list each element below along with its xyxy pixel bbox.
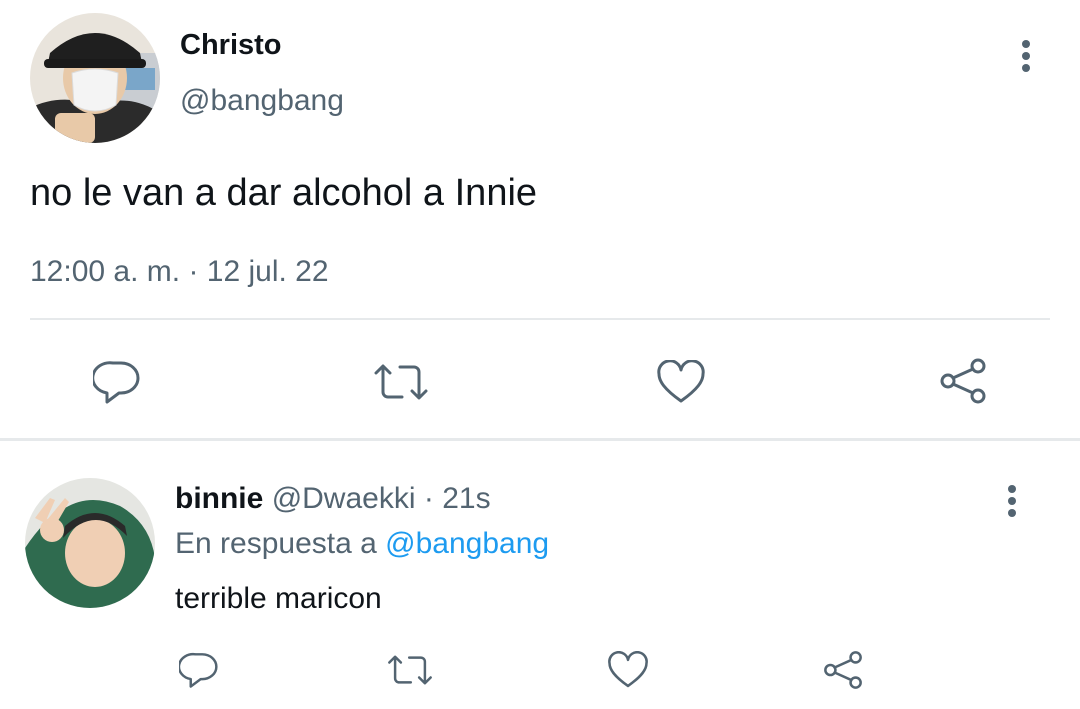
reply-icon[interactable]: [92, 357, 142, 407]
reply-handle[interactable]: @Dwaekki: [272, 482, 416, 515]
tweet-date[interactable]: 12 jul. 22: [207, 255, 329, 288]
replying-to: En respuesta a @bangbang: [175, 526, 549, 562]
replying-to-label: En respuesta a: [175, 527, 377, 560]
share-icon[interactable]: [935, 355, 991, 407]
retweet-icon[interactable]: [371, 357, 431, 407]
section-divider: [0, 438, 1080, 441]
divider: [30, 318, 1050, 320]
reply-age[interactable]: 21s: [442, 482, 490, 515]
reply-more-options-icon[interactable]: [997, 481, 1027, 521]
timestamp-separator: ·: [188, 255, 199, 288]
more-options-icon[interactable]: [1011, 36, 1041, 76]
like-icon[interactable]: [654, 357, 708, 407]
reply-like-icon[interactable]: [605, 648, 651, 692]
author-display-name[interactable]: Christo: [180, 28, 282, 62]
reply-reply-icon[interactable]: [177, 648, 221, 692]
reply-text: terrible maricon: [175, 582, 382, 615]
reply-share-icon[interactable]: [820, 647, 866, 693]
tweet-timestamp[interactable]: 12:00 a. m. · 12 jul. 22: [30, 254, 329, 290]
reply-retweet-icon[interactable]: [384, 648, 436, 692]
header-separator: ·: [423, 482, 434, 515]
tweet-text: no le van a dar alcohol a Innie: [30, 172, 538, 214]
tweet-time[interactable]: 12:00 a. m.: [30, 255, 180, 288]
author-handle[interactable]: @bangbang: [180, 83, 344, 119]
reply-display-name[interactable]: binnie: [175, 482, 263, 515]
reply-header: binnie @Dwaekki · 21s: [175, 481, 491, 517]
replying-to-handle-link[interactable]: @bangbang: [385, 527, 549, 560]
author-avatar[interactable]: [30, 13, 160, 143]
reply-author-avatar[interactable]: [25, 478, 155, 608]
